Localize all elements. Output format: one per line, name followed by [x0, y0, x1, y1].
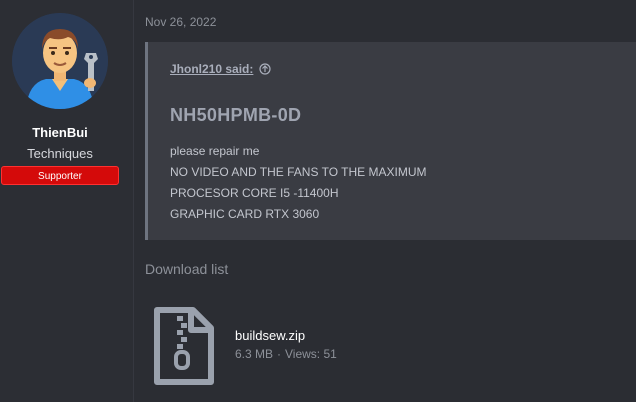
quote-line: please repair me [170, 144, 260, 158]
quote-line: NO VIDEO AND THE FANS TO THE MAXIMUM [170, 165, 427, 179]
user-title: Techniques [27, 146, 93, 161]
download-list-heading: Download list [145, 261, 229, 277]
file-size: 6.3 MB [235, 347, 274, 361]
quote-line: GRAPHIC CARD RTX 3060 [170, 207, 320, 221]
quote-block: Jhonl210 said: NH50HPMB-0D please repair… [145, 42, 636, 240]
post-content: Nov 26, 2022 Jhonl210 said: NH50HPMB-0D … [133, 0, 636, 402]
quote-heading: NH50HPMB-0D [170, 105, 302, 125]
user-badge: Supporter [1, 166, 119, 185]
quote-author-name[interactable]: Jhonl210 said: [170, 62, 253, 76]
user-avatar[interactable] [12, 13, 108, 109]
user-sidebar: ThienBui Techniques Supporter [0, 0, 134, 402]
file-views: Views: 51 [285, 347, 337, 361]
arrow-up-circle-icon[interactable] [259, 63, 271, 75]
file-name[interactable]: buildsew.zip [235, 328, 305, 343]
post-date[interactable]: Nov 26, 2022 [145, 15, 216, 29]
meta-separator: · [277, 347, 282, 361]
quote-line: PROCESOR CORE I5 -11400H [170, 186, 339, 200]
mechanic-avatar-icon [12, 13, 108, 109]
zip-file-icon[interactable] [153, 306, 215, 386]
file-meta: 6.3 MB · Views: 51 [235, 347, 337, 361]
quote-author[interactable]: Jhonl210 said: [170, 62, 271, 76]
username[interactable]: ThienBui [0, 125, 120, 140]
